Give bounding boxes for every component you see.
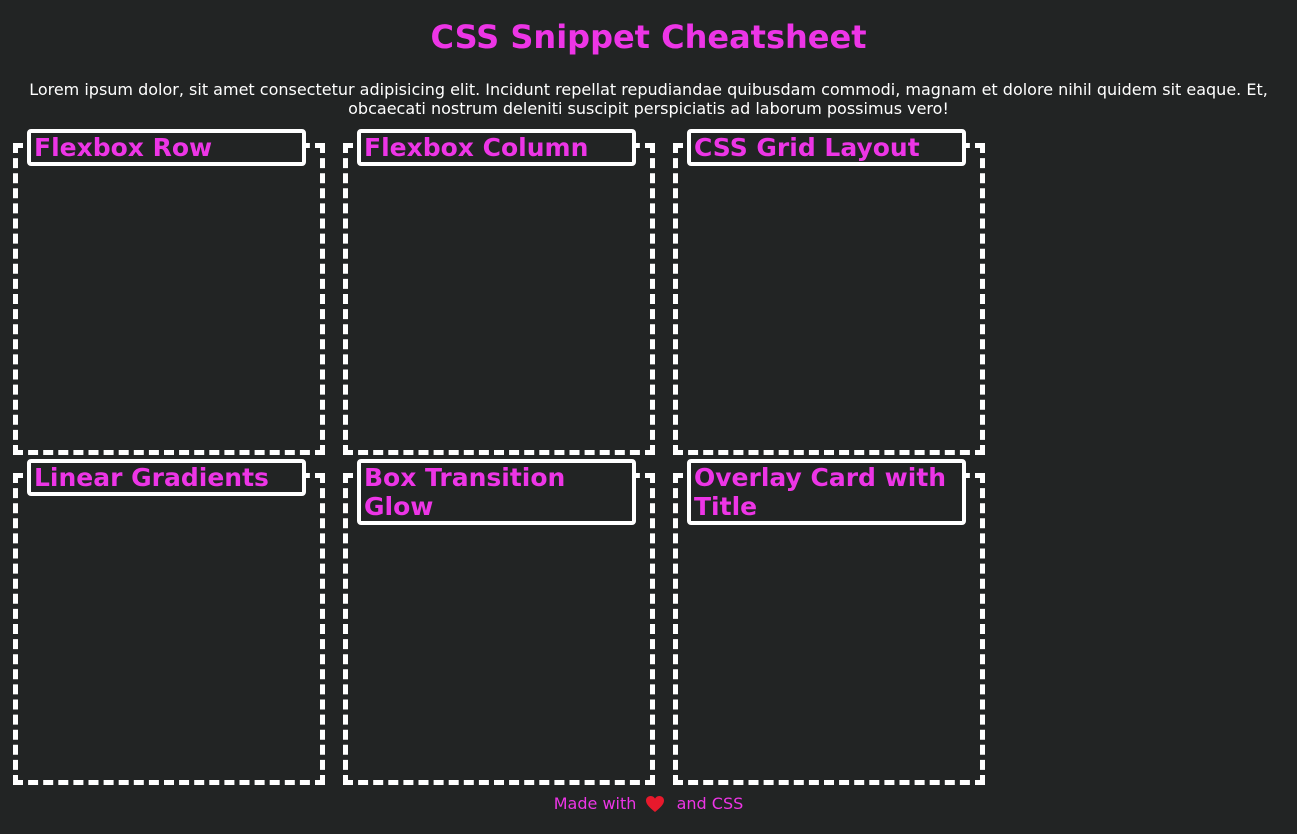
heart-icon xyxy=(645,795,665,813)
card-title: Overlay Card with Title xyxy=(687,459,966,525)
card-overlay-card-with-title: Overlay Card with Title xyxy=(673,459,985,785)
card-linear-gradients: Linear Gradients xyxy=(13,459,325,785)
card-flexbox-row: Flexbox Row xyxy=(13,129,325,455)
card-title: Flexbox Row xyxy=(27,129,306,166)
card-title: Flexbox Column xyxy=(357,129,636,166)
footer: Made with and CSS xyxy=(0,794,1297,814)
card-title: CSS Grid Layout xyxy=(687,129,966,166)
footer-prefix: Made with xyxy=(553,794,637,813)
card-flexbox-column: Flexbox Column xyxy=(343,129,655,455)
card-title: Linear Gradients xyxy=(27,459,306,496)
page-title: CSS Snippet Cheatsheet xyxy=(430,18,867,56)
card-css-grid-layout: CSS Grid Layout xyxy=(673,129,985,455)
card-box-transition-glow: Box Transition Glow xyxy=(343,459,655,785)
footer-suffix: and CSS xyxy=(676,794,744,813)
card-title: Box Transition Glow xyxy=(357,459,636,525)
intro-text: Lorem ipsum dolor, sit amet consectetur … xyxy=(29,80,1268,118)
